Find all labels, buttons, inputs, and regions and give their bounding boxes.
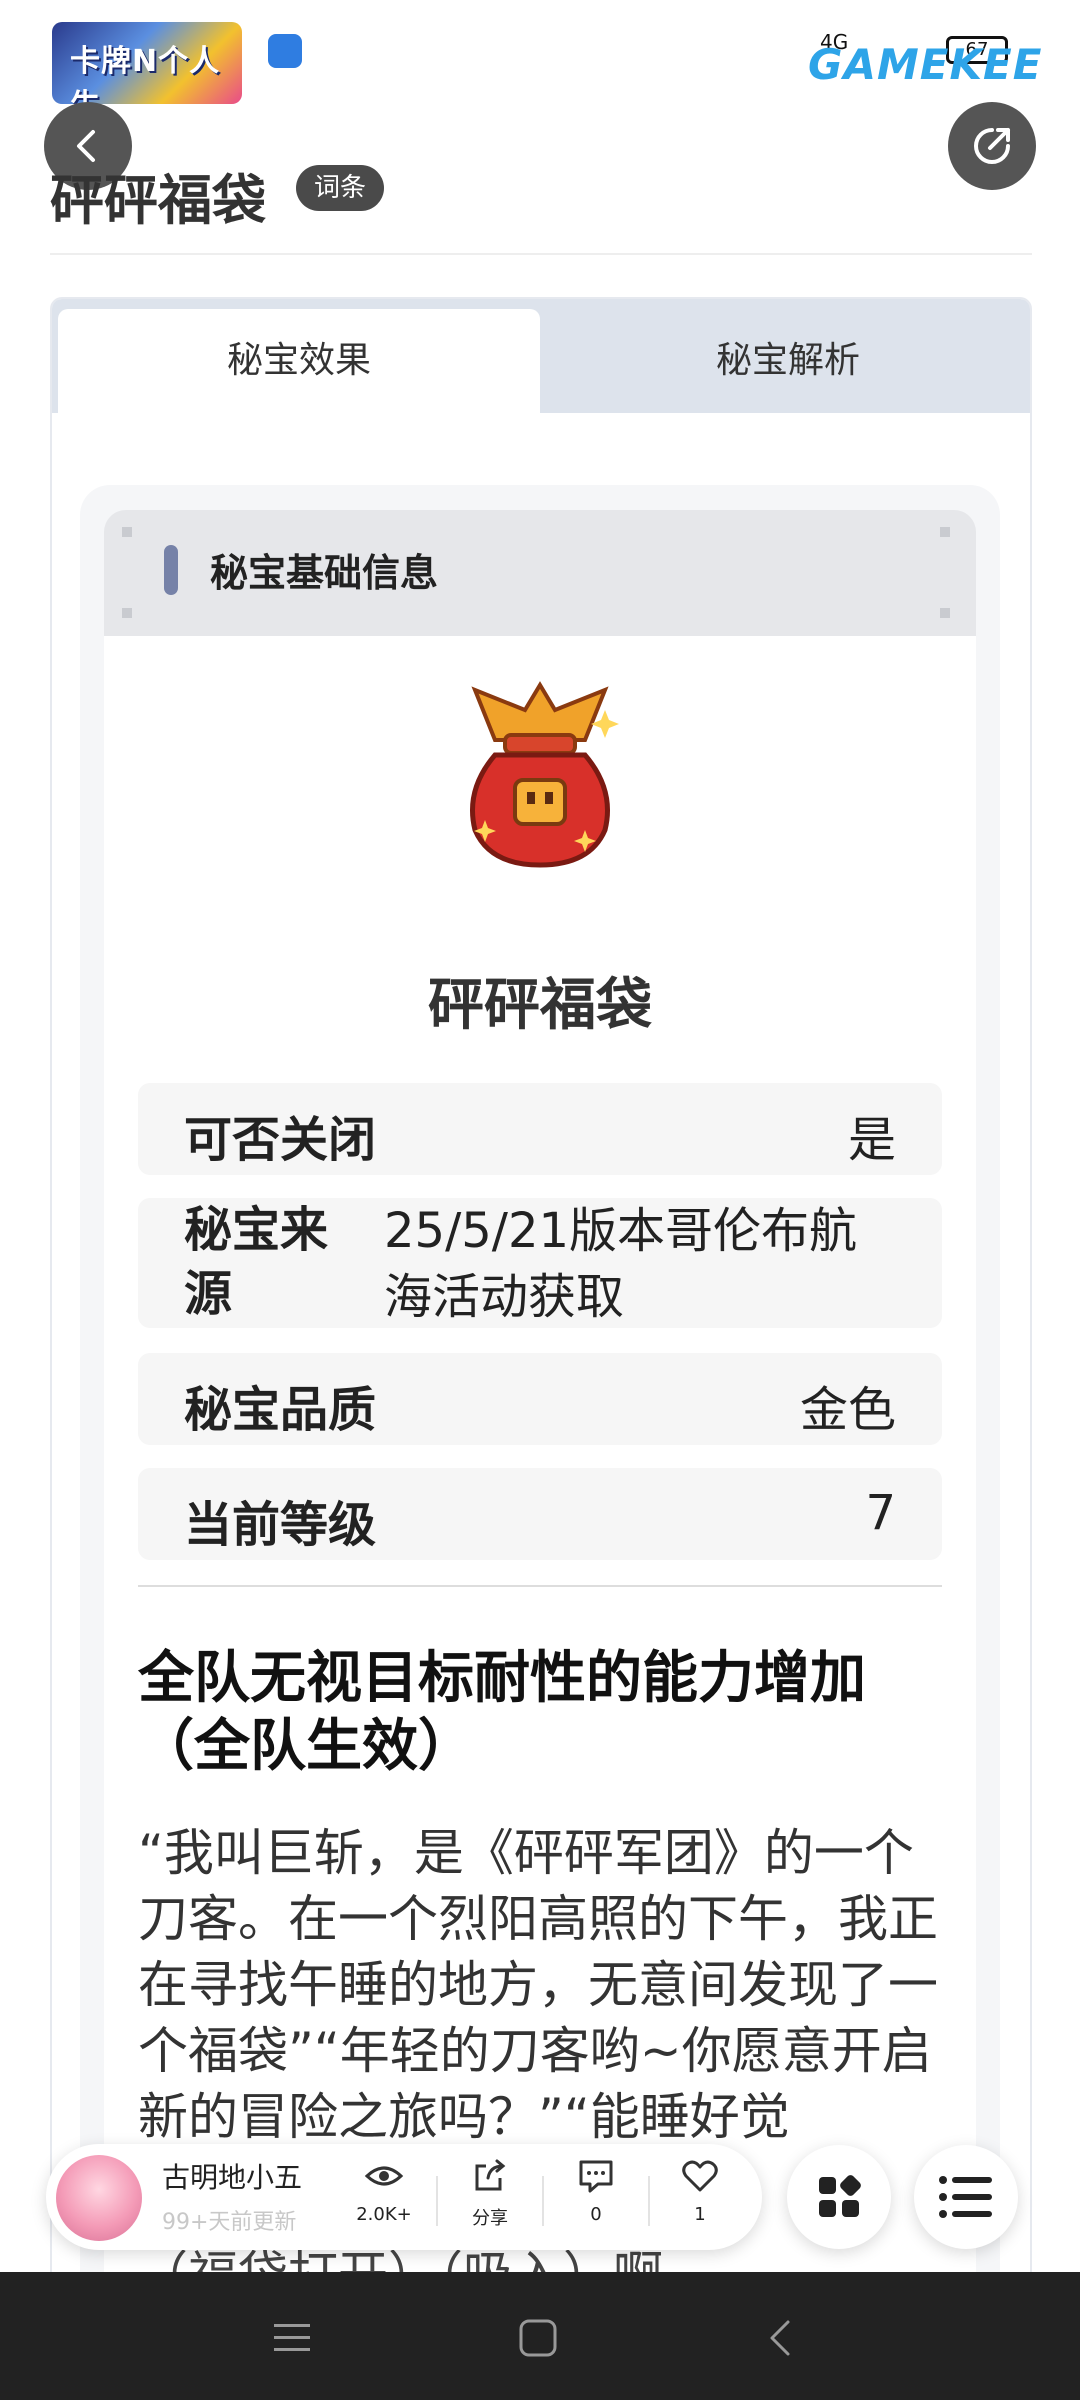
grid-icon <box>819 2175 861 2217</box>
effect-title: 全队无视目标耐性的能力增加（全队生效） <box>138 1646 866 1779</box>
eye-icon <box>364 2166 404 2186</box>
comments-action[interactable]: 0 <box>556 2156 636 2225</box>
avatar[interactable] <box>56 2155 142 2241</box>
corner-dot <box>940 608 950 618</box>
info-row-quality: 秘宝品质 金色 <box>138 1353 942 1445</box>
row-value: 是 <box>847 1112 896 1168</box>
row-key: 可否关闭 <box>184 1112 377 1168</box>
status-bar: 卡牌N个人生 4G 67 GAMEKEE <box>0 0 1080 123</box>
game-logo: 卡牌N个人生 <box>52 22 242 123</box>
tab-effect[interactable]: 秘宝效果 <box>58 309 540 413</box>
list-icon <box>939 2176 992 2218</box>
home-icon[interactable] <box>518 2318 558 2358</box>
row-value: 金色 <box>799 1382 896 1438</box>
entry-tag: 词条 <box>296 165 385 211</box>
site-logo: GAMEKEE <box>808 40 1043 89</box>
divider <box>542 2176 544 2226</box>
divider <box>648 2176 650 2226</box>
toc-button[interactable] <box>914 2145 1018 2249</box>
notification-icon <box>268 34 302 68</box>
item-name: 砰砰福袋 <box>428 973 652 1038</box>
share-icon <box>475 2159 506 2191</box>
divider <box>138 1585 942 1587</box>
corner-dot <box>122 608 132 618</box>
external-share-icon <box>974 128 1010 164</box>
views-count: 2.0K+ <box>356 2204 412 2225</box>
row-value: 25/5/21版本哥伦布航海活动获取 <box>384 1203 858 1325</box>
divider <box>436 2176 438 2226</box>
section-title: 秘宝基础信息 <box>210 551 439 595</box>
row-key: 当前等级 <box>184 1497 377 1553</box>
like-action[interactable]: 1 <box>660 2156 740 2225</box>
recent-apps-icon[interactable] <box>272 2318 312 2358</box>
info-row-level: 当前等级 7 <box>138 1468 942 1560</box>
corner-dot <box>122 527 132 537</box>
info-row-closable: 可否关闭 是 <box>138 1083 942 1175</box>
tab-bar: 秘宝效果 秘宝解析 <box>52 299 1030 413</box>
page-title: 砰砰福袋 <box>50 169 266 232</box>
row-key: 秘宝品质 <box>184 1382 377 1438</box>
share-action[interactable]: 分享 <box>450 2156 530 2230</box>
comments-count: 0 <box>590 2204 602 2225</box>
comment-icon <box>579 2160 613 2193</box>
corner-dot <box>940 527 950 537</box>
update-time: 99+天前更新 <box>162 2210 297 2235</box>
section-accent-bar <box>164 545 178 595</box>
share-label: 分享 <box>472 2208 508 2229</box>
heart-icon <box>682 2160 718 2192</box>
tab-analysis[interactable]: 秘宝解析 <box>546 309 1030 413</box>
story-text: “我叫巨斩，是《砰砰军团》的一个刀客。在一个烈阳高照的下午，我正在寻找午睡的地方… <box>138 1824 938 2146</box>
row-value: 7 <box>865 1485 896 1541</box>
apps-button[interactable] <box>787 2145 891 2249</box>
share-button[interactable] <box>948 102 1036 190</box>
divider <box>50 253 1032 255</box>
back-nav-icon[interactable] <box>762 2318 802 2358</box>
info-row-source: 秘宝来源 25/5/21版本哥伦布航海活动获取 <box>138 1198 942 1328</box>
views-counter: 2.0K+ <box>344 2156 424 2225</box>
lucky-bag-icon <box>470 681 619 868</box>
author-name[interactable]: 古明地小五 <box>162 2156 302 2196</box>
likes-count: 1 <box>694 2204 706 2225</box>
row-key: 秘宝来源 <box>184 1202 329 1322</box>
